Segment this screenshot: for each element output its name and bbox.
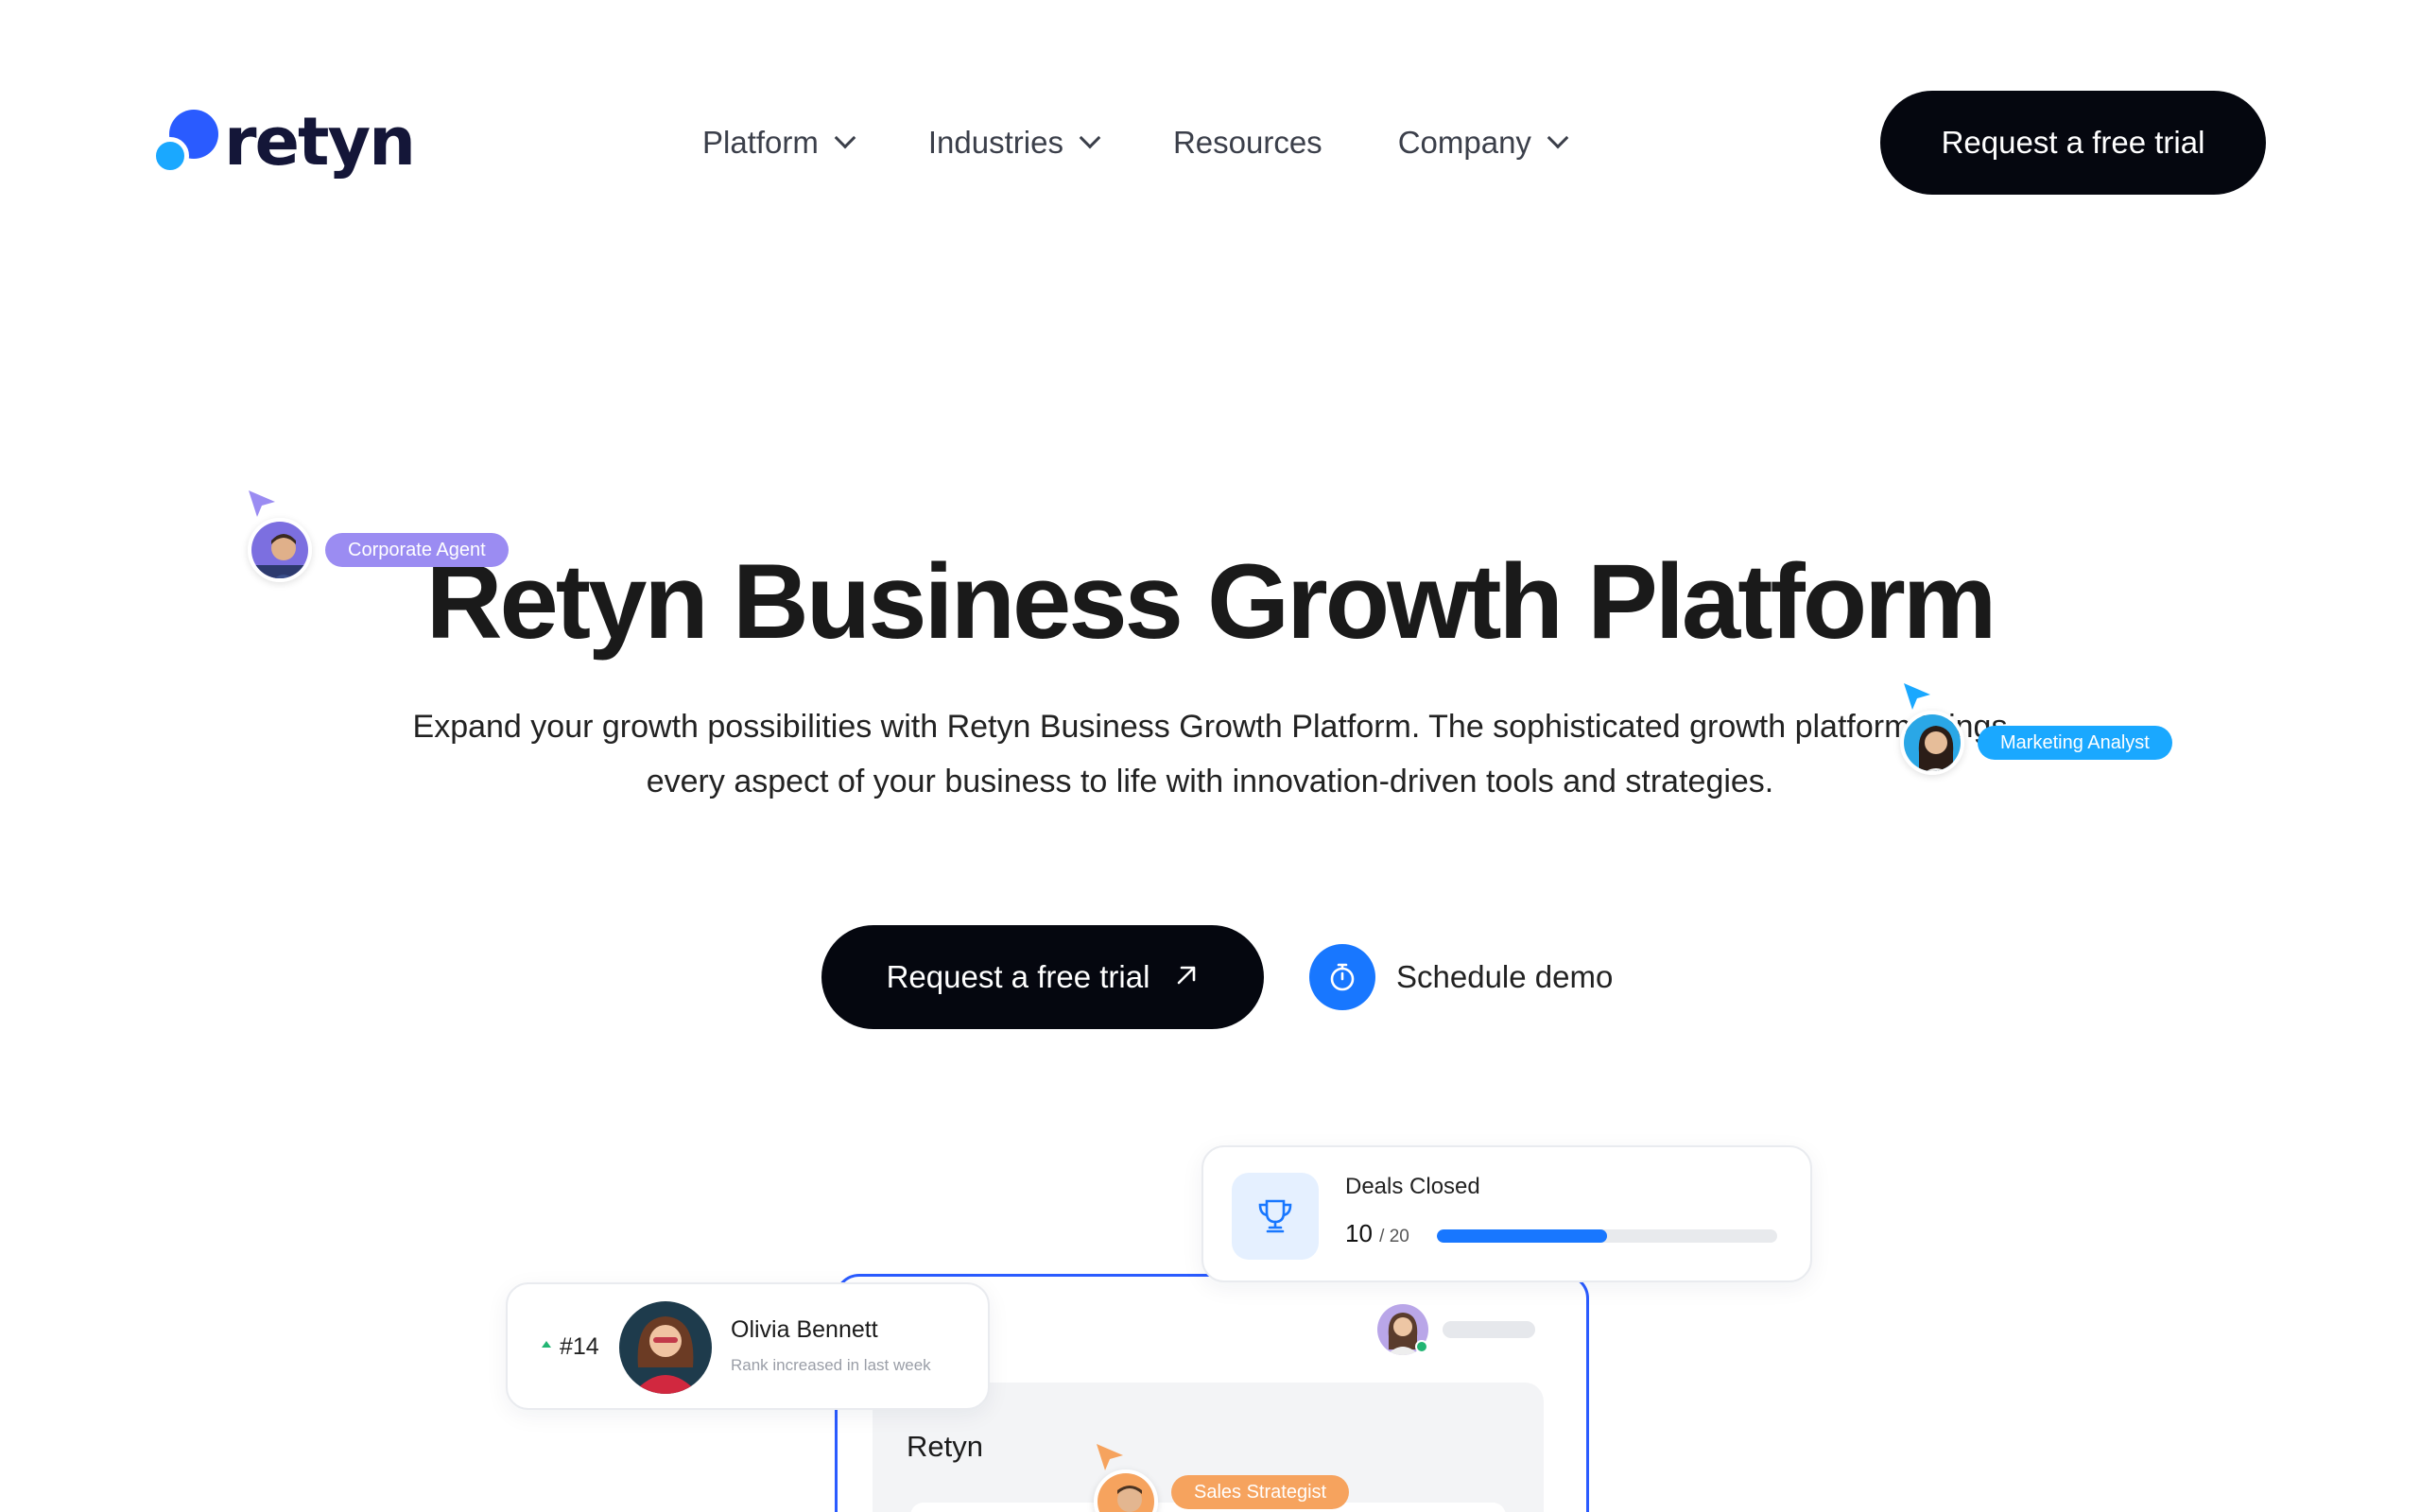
nav-item-label: Platform <box>702 125 819 160</box>
rank-caption: Rank increased in last week <box>731 1356 931 1374</box>
cursor-pointer-icon <box>1904 683 1930 710</box>
cursor-pointer-icon <box>1097 1444 1123 1470</box>
cursor-label: Marketing Analyst <box>1978 726 2172 760</box>
hero-subtitle-line: every aspect of your business to life wi… <box>646 764 1774 799</box>
nav-item-resources[interactable]: Resources <box>1173 125 1322 161</box>
deals-progress-bar <box>1437 1229 1777 1243</box>
arrow-up-right-icon <box>1174 960 1199 995</box>
deals-closed-count: 10 / 20 <box>1345 1219 1409 1248</box>
deals-progress-fill <box>1437 1229 1607 1243</box>
hero-free-trial-button[interactable]: Request a free trial <box>821 925 1264 1029</box>
nav-item-label: Company <box>1397 125 1531 160</box>
deals-closed-value: 10 <box>1345 1219 1373 1247</box>
main-nav: Platform Industries Resources Company <box>702 119 1569 166</box>
deals-closed-card: Deals Closed 10 / 20 <box>1201 1145 1812 1282</box>
trophy-icon <box>1232 1173 1319 1260</box>
avatar <box>1900 711 1964 775</box>
schedule-demo-label: Schedule demo <box>1396 959 1614 994</box>
trend-up-icon <box>542 1341 551 1348</box>
deals-closed-title: Deals Closed <box>1345 1174 1480 1199</box>
stopwatch-icon <box>1309 944 1375 1010</box>
rank-position: #14 <box>560 1333 599 1360</box>
avatar <box>619 1301 712 1394</box>
hero-subtitle: Expand your growth possibilities with Re… <box>397 699 2023 809</box>
logo-mark-icon <box>151 106 220 178</box>
online-status-dot <box>1415 1340 1428 1353</box>
nav-item-company[interactable]: Company <box>1397 125 1569 161</box>
nav-item-platform[interactable]: Platform <box>702 125 856 161</box>
nav-item-label: Industries <box>927 125 1063 160</box>
deals-closed-total: / 20 <box>1379 1227 1409 1246</box>
avatar <box>1094 1469 1158 1512</box>
skeleton-bar <box>1443 1321 1535 1338</box>
rank-card: #14 Olivia Bennett Rank increased in las… <box>506 1282 990 1410</box>
cursor-label: Corporate Agent <box>325 533 509 567</box>
panel-title: Retyn <box>907 1430 983 1463</box>
header-free-trial-button[interactable]: Request a free trial <box>1880 91 2266 195</box>
chevron-down-icon <box>834 127 856 149</box>
hero-free-trial-label: Request a free trial <box>886 959 1150 994</box>
brand-wordmark: retyn <box>224 103 416 180</box>
cursor-pointer-icon <box>249 490 275 517</box>
brand-logo[interactable]: retyn <box>151 103 416 180</box>
nav-item-label: Resources <box>1172 125 1322 160</box>
avatar <box>248 518 312 582</box>
hero-subtitle-line: Expand your growth possibilities with Re… <box>412 709 2008 745</box>
chevron-down-icon <box>1079 127 1101 149</box>
nav-item-industries[interactable]: Industries <box>927 125 1101 161</box>
schedule-demo-link[interactable]: Schedule demo <box>1309 943 1613 1011</box>
cursor-label: Sales Strategist <box>1171 1475 1350 1509</box>
chevron-down-icon <box>1547 127 1569 149</box>
rank-user-name: Olivia Bennett <box>731 1316 878 1343</box>
